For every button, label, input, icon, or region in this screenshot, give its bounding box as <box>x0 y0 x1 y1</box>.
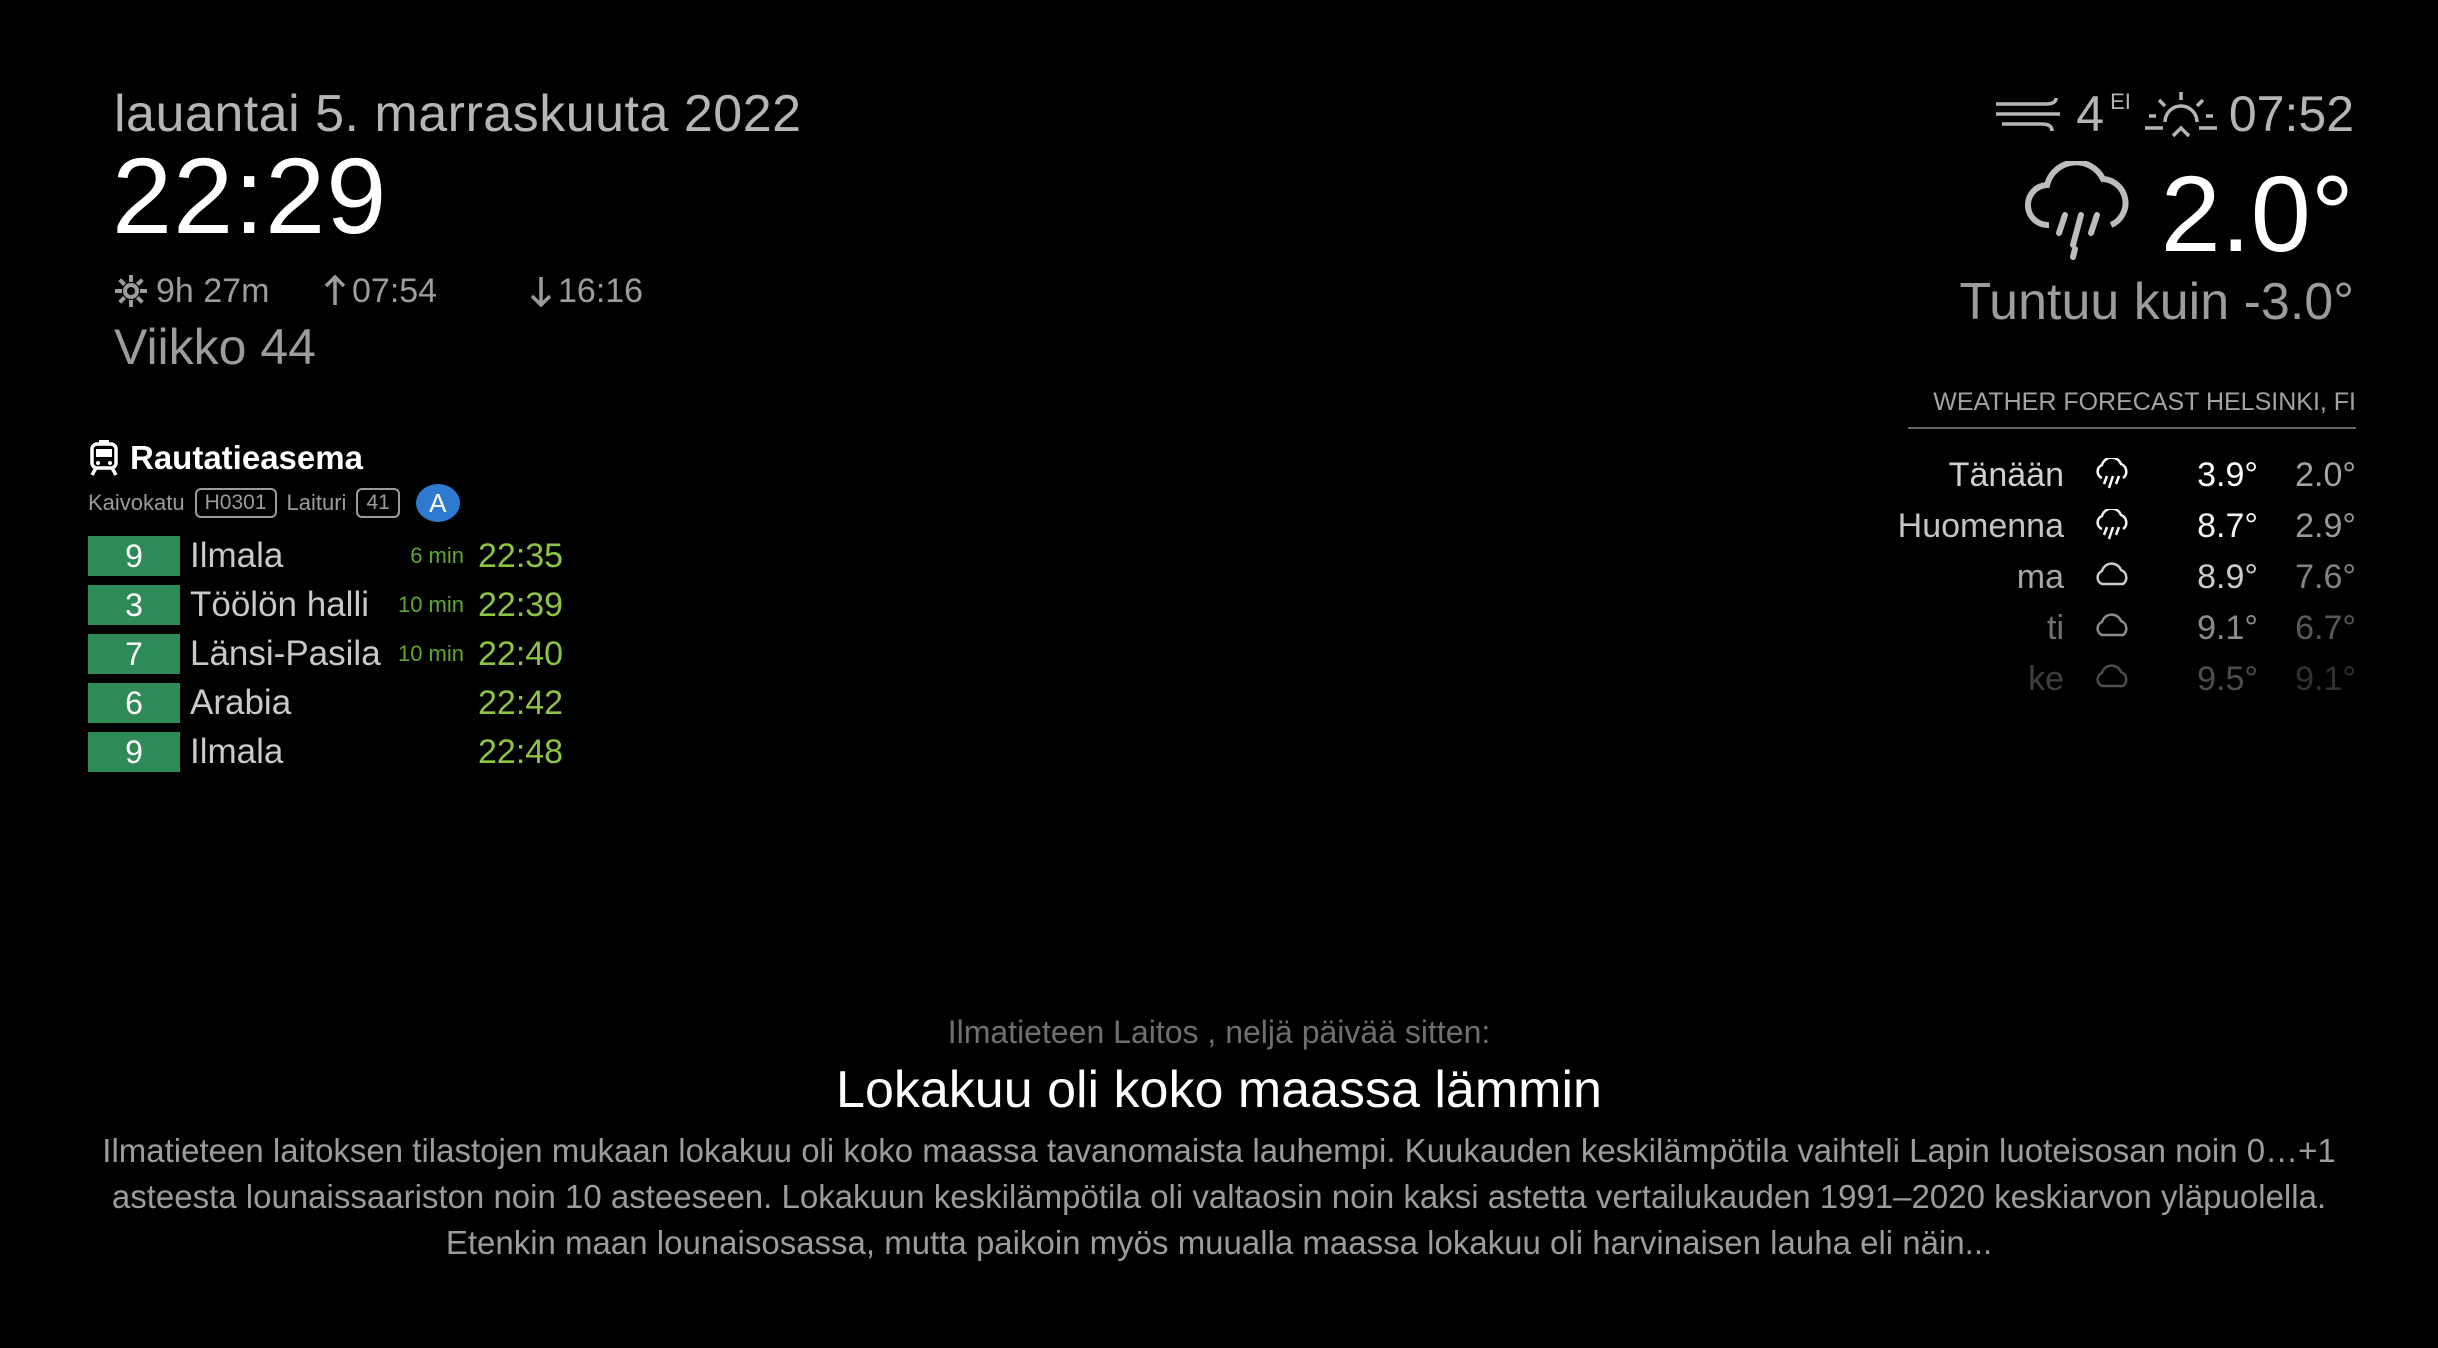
forecast-min: 2.9° <box>2295 507 2356 545</box>
platform-tag: 41 <box>356 488 400 518</box>
week-number: Viikko 44 <box>114 319 316 375</box>
cloud-icon <box>2094 560 2130 594</box>
wind-direction: EI <box>2110 89 2131 114</box>
stop-header: Rautatieasema <box>88 436 363 480</box>
daylength: 9h 27m <box>114 268 269 314</box>
feels-like: Tuntuu kuin -3.0° <box>1959 273 2354 331</box>
forecast-day: Huomenna <box>1897 507 2064 545</box>
departure-row: 7 Länsi-Pasila 10 min 22:40 <box>88 632 588 676</box>
departure-minutes: 6 min <box>410 543 464 568</box>
forecast-max: 9.1° <box>2197 609 2258 647</box>
departure-destination: Ilmala <box>190 536 284 575</box>
rain-cloud-icon <box>2024 161 2135 265</box>
stop-code-tag: H0301 <box>194 488 277 518</box>
forecast-row: ma 8.9° 7.6° <box>1796 552 2356 603</box>
line-number-badge: 6 <box>88 683 180 723</box>
sunset: 16:16 <box>530 268 643 314</box>
departure-row: 3 Töölön halli 10 min 22:39 <box>88 583 588 627</box>
forecast-max: 3.9° <box>2197 456 2258 494</box>
sunrise-time: 07:54 <box>352 271 438 310</box>
departure-destination: Arabia <box>190 683 292 722</box>
clock-time: 22:29 <box>112 135 388 256</box>
departure-row: 9 Ilmala 22:48 <box>88 730 588 774</box>
tram-icon <box>88 440 120 476</box>
sun-icon <box>114 274 148 308</box>
stop-name: Rautatieasema <box>130 439 363 476</box>
line-number-badge: 3 <box>88 585 180 625</box>
sunrise: 07:54 <box>324 268 437 314</box>
line-number-badge: 7 <box>88 634 180 674</box>
wind-icon <box>1994 94 2064 134</box>
platform-letter-badge: A <box>415 484 460 522</box>
forecast-day: ti <box>2047 609 2064 647</box>
forecast-day: Tänään <box>1948 456 2064 494</box>
rain-icon <box>2094 509 2130 543</box>
forecast-row: ti 9.1° 6.7° <box>1796 603 2356 654</box>
departure-time: 22:39 <box>478 586 564 624</box>
current-temperature-row: 2.0° <box>2024 148 2354 278</box>
forecast-max: 8.7° <box>2197 507 2258 545</box>
departure-destination: Länsi-Pasila <box>190 634 381 673</box>
departure-minutes: 10 min <box>397 592 464 617</box>
cloud-icon <box>2094 662 2130 696</box>
stop-info: Kaivokatu H0301 Laituri 41 A <box>88 484 460 522</box>
departure-row: 9 Ilmala 6 min 22:35 <box>88 534 588 578</box>
departure-time: 22:42 <box>478 684 564 722</box>
departure-time: 22:35 <box>478 537 564 575</box>
sunset-time: 16:16 <box>558 271 644 310</box>
rain-icon <box>2094 458 2130 492</box>
departure-time: 22:48 <box>478 733 564 771</box>
sun-info-row: 9h 27m 07:54 16:16 <box>114 268 714 314</box>
forecast-max: 8.9° <box>2197 558 2258 596</box>
departure-time: 22:40 <box>478 635 564 673</box>
departure-minutes: 10 min <box>397 641 464 666</box>
forecast-min: 9.1° <box>2295 660 2356 698</box>
forecast-header: WEATHER FORECAST HELSINKI, FI <box>1908 388 2356 429</box>
news-source: Ilmatieteen Laitos , neljä päivää sitten… <box>947 1014 1491 1050</box>
forecast-row: Tänään 3.9° 2.0° <box>1796 450 2356 501</box>
line-number-badge: 9 <box>88 732 180 772</box>
arrow-down-icon <box>530 275 552 307</box>
platform-label: Laituri <box>286 490 347 515</box>
news-body: Ilmatieteen laitoksen tilastojen mukaan … <box>102 1132 2336 1261</box>
street-name: Kaivokatu <box>88 490 185 515</box>
arrow-up-icon <box>324 275 346 307</box>
forecast-min: 7.6° <box>2295 558 2356 596</box>
forecast-max: 9.5° <box>2197 660 2258 698</box>
sunrise-icon <box>2143 88 2219 140</box>
news-headline: Lokakuu oli koko maassa lämmin <box>836 1061 1602 1119</box>
forecast-day: ma <box>2016 558 2064 596</box>
departure-destination: Töölön halli <box>190 585 369 624</box>
forecast-min: 6.7° <box>2295 609 2356 647</box>
line-number-badge: 9 <box>88 536 180 576</box>
cloud-icon <box>2094 611 2130 645</box>
wind-sun-row: 4 EI 07:52 <box>1994 82 2354 146</box>
forecast-min: 2.0° <box>2295 456 2356 494</box>
forecast-day: ke <box>2028 660 2064 698</box>
daylength-value: 9h 27m <box>156 271 270 310</box>
departure-row: 6 Arabia 22:42 <box>88 681 588 725</box>
wind-speed: 4 <box>2076 86 2105 142</box>
departure-destination: Ilmala <box>190 732 284 771</box>
forecast-row: Huomenna 8.7° 2.9° <box>1796 501 2356 552</box>
sun-event-time: 07:52 <box>2228 86 2354 142</box>
forecast-row: ke 9.5° 9.1° <box>1796 654 2356 705</box>
current-temperature: 2.0° <box>2160 152 2354 274</box>
